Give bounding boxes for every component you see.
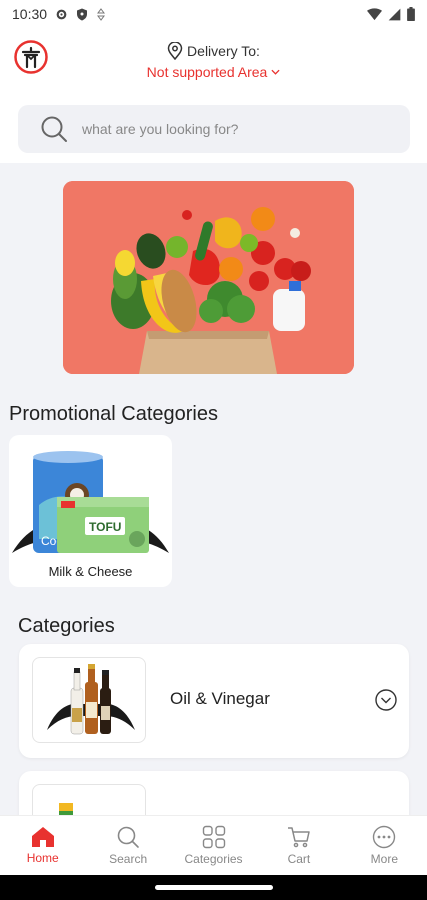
data-saver-icon (97, 7, 106, 21)
home-icon (31, 827, 54, 847)
grocery-bag-image (63, 181, 354, 374)
nav-item-home[interactable]: Home (0, 816, 85, 875)
category-card[interactable]: Oil & Vinegar (19, 644, 409, 758)
nav-label-cart: Cart (287, 852, 311, 866)
promo-banner[interactable] (63, 181, 354, 374)
category-thumbnail (32, 657, 146, 743)
nav-item-categories[interactable]: Categories (171, 816, 256, 875)
settings-icon (56, 9, 67, 19)
nav-label-categories: Categories (184, 852, 243, 866)
nav-label-home: Home (26, 851, 59, 865)
home-gesture-handle[interactable] (155, 885, 273, 890)
promo-category-card[interactable]: Coco TOFU Milk & Cheese (9, 435, 172, 587)
nav-label-more: More (370, 852, 398, 866)
category-label: Oil & Vinegar (170, 689, 270, 708)
nav-item-cart[interactable]: Cart (256, 816, 341, 875)
location-pin-icon (167, 42, 183, 60)
nav-label-search: Search (109, 852, 148, 866)
cart-icon (287, 827, 310, 848)
delivery-location[interactable]: Delivery To: Not supported Area (0, 42, 427, 80)
oil-vinegar-image (47, 664, 135, 735)
chevron-down-circle-icon[interactable] (375, 689, 397, 711)
more-icon (373, 825, 396, 849)
delivery-label: Delivery To: (187, 43, 260, 59)
app-header: Delivery To: Not supported Area (0, 28, 427, 163)
status-bar: 10:30 (0, 0, 427, 28)
nav-item-more[interactable]: More (342, 816, 427, 875)
milk-cheese-image: Coco TOFU (12, 451, 169, 553)
svg-text:TOFU: TOFU (89, 520, 121, 534)
battery-icon (407, 7, 415, 21)
search-input[interactable] (82, 121, 382, 137)
search-icon (117, 826, 139, 848)
promotional-categories-title: Promotional Categories (9, 403, 218, 425)
wifi-icon (367, 7, 382, 20)
grid-icon (202, 825, 225, 849)
categories-title: Categories (18, 615, 115, 637)
delivery-area[interactable]: Not supported Area (147, 64, 268, 80)
promo-category-label: Milk & Cheese (48, 564, 133, 579)
status-time: 10:30 (12, 6, 48, 22)
system-gesture-bar (0, 875, 427, 900)
search-icon (41, 116, 67, 142)
search-bar[interactable] (18, 105, 410, 153)
shield-icon (77, 8, 88, 20)
signal-icon (388, 8, 401, 20)
bottom-navigation: Home Search Categories Cart More (0, 815, 427, 875)
nav-item-search[interactable]: Search (85, 816, 170, 875)
chevron-down-icon (271, 69, 280, 75)
